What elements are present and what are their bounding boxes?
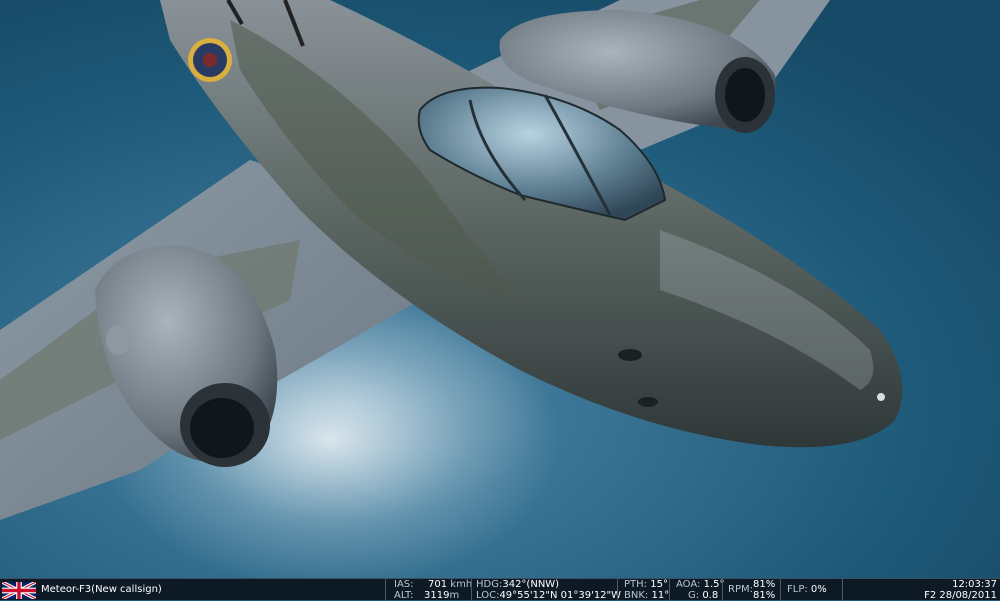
aircraft-callsign: Meteor-F3(New callsign) — [41, 584, 162, 595]
game-date: F2 28/08/2011 — [924, 590, 997, 601]
hdg-value: 342°(NNW) — [502, 579, 560, 590]
gun-port-2 — [638, 397, 658, 407]
loc-value: 49°55'12"N 01°39'12"W — [499, 590, 622, 601]
pth-label: PTH: — [624, 579, 648, 590]
pitch-bank-cell: PTH: 15° BNK: 11° — [617, 579, 669, 601]
hud-status-bar: Meteor-F3(New callsign) IAS: 701 kmh ALT… — [0, 578, 1000, 601]
flp-value: 0% — [810, 584, 827, 595]
bnk-value: 11° — [651, 590, 670, 601]
rpm-cell: RPM: 81% 81% — [722, 579, 780, 601]
left-intake-core — [190, 398, 254, 458]
flp-label: FLP: — [787, 584, 808, 595]
pth-value: 15° — [650, 579, 668, 590]
flight-scene — [0, 0, 1000, 578]
bnk-label: BNK: — [624, 590, 649, 601]
nose-pitot — [877, 393, 885, 401]
flaps-cell: FLP: 0% — [780, 579, 842, 601]
g-value: 0.8 — [702, 590, 719, 601]
heading-location-cell: HDG:342°(NNW) LOC:49°55'12"N 01°39'12"W — [471, 579, 621, 601]
loc-label: LOC: — [476, 590, 500, 601]
rpm-label: RPM: — [728, 584, 753, 595]
gun-port-1 — [618, 349, 642, 361]
rpm-value-1: 81% — [753, 579, 776, 590]
uk-flag-icon — [2, 582, 36, 599]
alt-value: 3119 — [424, 590, 450, 601]
aoa-g-cell: AOA: 1.5° G: 0.8 — [669, 579, 725, 601]
roundel-center — [203, 53, 217, 67]
ias-unit: kmh — [450, 579, 473, 590]
left-nacelle-bump — [106, 325, 130, 355]
time-date-cell: 12:03:37 F2 28/08/2011 — [842, 579, 1000, 601]
g-label: G: — [688, 590, 700, 601]
ias-label: IAS: — [394, 579, 414, 590]
right-intake-core — [725, 68, 765, 122]
aoa-label: AOA: — [676, 579, 701, 590]
speed-altitude-cell: IAS: 701 kmh ALT: 3119m — [385, 579, 473, 601]
game-time: 12:03:37 — [952, 579, 997, 590]
ias-value: 701 — [428, 579, 448, 590]
alt-unit: m — [449, 590, 460, 601]
alt-label: ALT: — [394, 590, 414, 601]
rpm-value-2: 81% — [753, 590, 776, 601]
hdg-label: HDG: — [476, 579, 503, 590]
